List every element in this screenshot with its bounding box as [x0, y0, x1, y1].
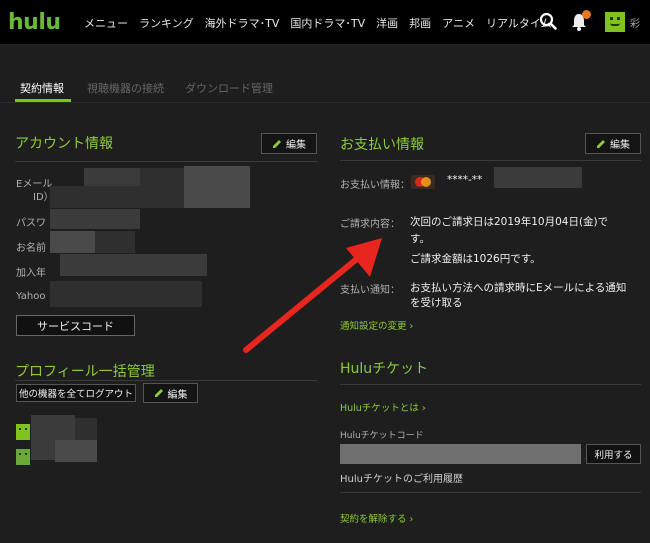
edit-label: 編集: [610, 140, 630, 151]
edit-label: 編集: [167, 389, 188, 401]
pencil-icon: [154, 389, 163, 397]
red-arrow-annotation: [243, 238, 382, 353]
payment-notice-text: お支払い方法への請求時にEメールによる通知: [410, 282, 627, 294]
account-tabs: 契約情報 視聴機器の接続 ダウンロード管理: [0, 44, 650, 102]
ticket-code-label: Huluチケットコード: [340, 431, 424, 441]
redacted-name: [50, 231, 95, 253]
avatar[interactable]: [605, 12, 625, 32]
billing-amount-text: ご請求金額は1026円です。: [410, 253, 541, 265]
profile-edit-button[interactable]: 編集: [143, 383, 198, 403]
tab-contract-info[interactable]: 契約情報: [20, 80, 64, 96]
nav-overseas-drama[interactable]: 海外ドラマ･TV: [205, 15, 280, 31]
account-edit-button[interactable]: 編集: [261, 133, 317, 154]
ticket-usage-history[interactable]: Huluチケットのご利用履歴: [340, 470, 463, 485]
search-icon[interactable]: [539, 12, 557, 30]
hulu-ticket-title: Huluチケット: [340, 361, 429, 377]
redacted-block: [95, 231, 135, 253]
service-code-button[interactable]: サービスコード: [16, 315, 135, 336]
account-info-title: アカウント情報: [15, 136, 113, 152]
main-nav: メニュー ランキング 海外ドラマ･TV 国内ドラマ･TV 洋画 邦画 アニメ リ…: [84, 15, 563, 31]
redacted-block: [55, 440, 97, 462]
password-label: パスワ: [16, 218, 46, 229]
billing-date-text-cont: す。: [410, 233, 430, 245]
tab-device-connection[interactable]: 視聴機器の接続: [87, 80, 164, 96]
edit-label: 編集: [286, 140, 306, 151]
use-ticket-button[interactable]: 利用する: [586, 444, 641, 464]
yahoo-label: Yahoo: [16, 291, 46, 302]
nav-domestic-drama[interactable]: 国内ドラマ･TV: [290, 15, 365, 31]
redacted-block: [50, 186, 184, 208]
nav-western-movies[interactable]: 洋画: [376, 15, 398, 31]
hulu-logo[interactable]: hulu: [8, 10, 61, 35]
ticket-bottom-divider: [340, 492, 641, 493]
nav-menu[interactable]: メニュー: [84, 15, 128, 31]
profile-avatar[interactable]: [16, 449, 30, 465]
profile-divider: [15, 380, 317, 381]
redacted-yahoo: [50, 281, 202, 307]
pencil-icon: [273, 139, 281, 148]
tab-download-management[interactable]: ダウンロード管理: [185, 80, 273, 96]
notification-badge: [582, 10, 591, 19]
payment-divider: [340, 160, 641, 161]
redacted-block: [184, 166, 250, 208]
billing-date-text: 次回のご請求日は2019年10月04日(金)で: [410, 216, 609, 228]
joined-date-label: 加入年: [16, 268, 46, 279]
pencil-icon: [597, 139, 605, 148]
ticket-divider: [340, 384, 641, 385]
profile-name-initial: 彩: [630, 19, 640, 30]
redacted-password: [50, 209, 140, 229]
nav-ranking[interactable]: ランキング: [139, 15, 194, 31]
billing-label: ご請求内容：: [340, 219, 400, 230]
mastercard-icon: [411, 175, 435, 189]
name-label: お名前: [16, 243, 46, 254]
payment-info-title: お支払い情報: [340, 137, 424, 153]
profile-avatar[interactable]: [16, 424, 30, 440]
nav-japanese-movies[interactable]: 邦画: [409, 15, 431, 31]
account-divider: [15, 161, 317, 162]
redacted-card-number: [494, 167, 582, 188]
logout-all-devices-button[interactable]: 他の機器を全てログアウト: [16, 384, 136, 402]
redacted-email: [84, 168, 141, 186]
payment-edit-button[interactable]: 編集: [585, 133, 641, 154]
redacted-joined-date: [60, 254, 207, 276]
cancel-contract-link[interactable]: 契約を解除する ›: [340, 511, 413, 525]
payment-method-label: お支払い情報：: [340, 180, 410, 191]
about-hulu-ticket-link[interactable]: Huluチケットとは ›: [340, 400, 426, 414]
tabs-divider: [0, 102, 650, 103]
card-number-masked: ****-**: [447, 174, 483, 186]
top-bar: hulu メニュー ランキング 海外ドラマ･TV 国内ドラマ･TV 洋画 邦画 …: [0, 0, 650, 44]
payment-notice-text-cont: を受け取る: [410, 297, 463, 309]
redacted-block: [140, 168, 184, 186]
profile-management-title: プロフィール一括管理: [15, 364, 155, 380]
ticket-code-input[interactable]: [340, 444, 581, 464]
nav-anime[interactable]: アニメ: [442, 15, 475, 31]
